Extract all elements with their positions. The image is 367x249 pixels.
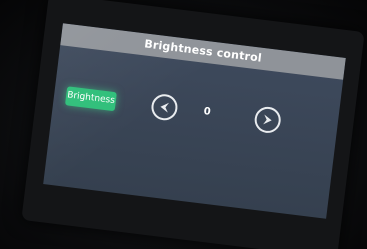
increase-button[interactable]	[253, 105, 283, 135]
arrow-left-icon	[160, 102, 170, 113]
brightness-button-label: Brightness	[66, 90, 116, 107]
arrow-right-icon	[263, 114, 272, 125]
decrease-button[interactable]	[149, 92, 179, 122]
brightness-button[interactable]: Brightness	[64, 86, 117, 112]
device-photo: Brightness control Brightness 0	[0, 0, 367, 249]
brightness-value: 0	[203, 106, 212, 118]
display-screen: Brightness control Brightness 0	[43, 23, 346, 219]
